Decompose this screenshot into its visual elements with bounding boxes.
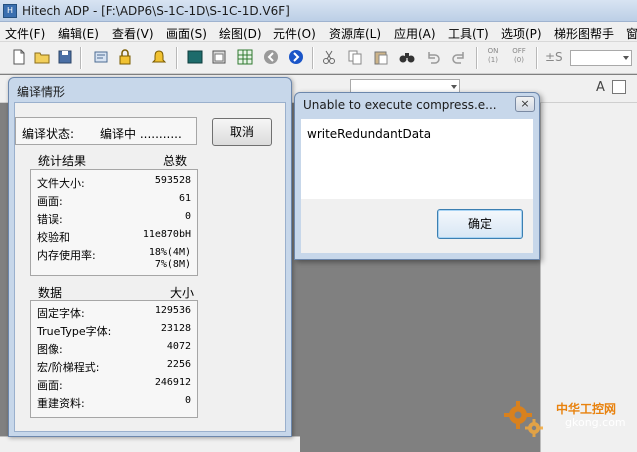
menu-file[interactable]: 文件(F) xyxy=(5,25,45,41)
data-key: 宏/阶梯程式: xyxy=(37,361,100,374)
previous-screen-icon[interactable] xyxy=(262,48,280,66)
compile-lock-icon[interactable] xyxy=(116,48,134,66)
data-size-header: 大小 xyxy=(170,286,195,300)
data-value: 0 xyxy=(184,395,191,406)
data-row: 重建资料: 0 xyxy=(37,395,191,413)
menu-options[interactable]: 选项(P) xyxy=(501,25,542,41)
properties-icon[interactable] xyxy=(92,48,110,66)
data-row: 宏/阶梯程式: 2256 xyxy=(37,359,191,377)
find-binoculars-icon[interactable] xyxy=(398,48,416,66)
error-dialog: Unable to execute compress.e... × writeR… xyxy=(294,92,540,260)
gear-logo-icon xyxy=(504,401,543,437)
new-file-icon[interactable] xyxy=(10,48,28,66)
plus-minus-s-button[interactable]: ±S xyxy=(545,50,563,64)
stat-value: 7%(8M) xyxy=(154,259,191,270)
toolbar-separator xyxy=(536,47,538,69)
stat-key: 文件大小: xyxy=(37,177,85,190)
data-key: 画面: xyxy=(37,379,63,392)
data-value: 2256 xyxy=(166,359,191,370)
format-icon[interactable] xyxy=(612,80,626,94)
next-screen-icon[interactable] xyxy=(287,48,305,66)
toolbar-separator xyxy=(312,47,314,69)
toolbar-separator xyxy=(176,47,178,69)
stat-value: 61 xyxy=(178,193,191,204)
stat-key: 校验和 xyxy=(37,231,70,244)
cancel-button[interactable]: 取消 xyxy=(212,118,272,146)
main-title-bar: H Hitech ADP - [F:\ADP6\S-1C-1D\S-1C-1D.… xyxy=(0,0,637,22)
copy-icon[interactable] xyxy=(346,48,364,66)
open-folder-icon[interactable] xyxy=(33,48,51,66)
menu-draw[interactable]: 绘图(D) xyxy=(219,25,262,41)
toolbar-separator xyxy=(476,47,478,69)
set-off-button[interactable]: OFF (0) xyxy=(508,47,530,65)
error-dialog-title: Unable to execute compress.e... xyxy=(303,98,497,112)
data-key: TrueType字体: xyxy=(37,325,112,338)
data-header: 数据 xyxy=(38,286,63,300)
stats-header: 统计结果 xyxy=(38,154,87,168)
menu-tools[interactable]: 工具(T) xyxy=(448,25,489,41)
data-key: 固定字体: xyxy=(37,307,85,320)
toolbar: ON (1) OFF (0) ±S xyxy=(0,42,637,74)
menu-ladder-helper[interactable]: 梯形图帮手 xyxy=(554,25,614,41)
menu-application[interactable]: 应用(A) xyxy=(394,25,436,41)
set-on-button[interactable]: ON (1) xyxy=(482,47,504,65)
data-value: 4072 xyxy=(166,341,191,352)
data-row: 图像: 4072 xyxy=(37,341,191,359)
compile-status-value: 编译中 ........... xyxy=(100,127,182,141)
grid-icon[interactable] xyxy=(236,48,254,66)
stat-key: 错误: xyxy=(37,213,63,226)
stat-key: 画面: xyxy=(37,195,63,208)
stats-row: 错误: 0 xyxy=(37,211,191,229)
data-value: 129536 xyxy=(154,305,191,316)
data-key: 重建资料: xyxy=(37,397,85,410)
watermark-url: gkong.com xyxy=(565,416,626,429)
data-row: 画面: 246912 xyxy=(37,377,191,395)
menu-view[interactable]: 查看(V) xyxy=(112,25,154,41)
menu-window[interactable]: 窗 xyxy=(626,25,637,41)
save-icon[interactable] xyxy=(56,48,74,66)
font-size-up-icon[interactable]: A xyxy=(596,80,605,95)
stats-row: 校验和 11e870bH xyxy=(37,229,191,247)
app-icon: H xyxy=(3,4,17,18)
data-value: 23128 xyxy=(160,323,191,334)
data-value: 246912 xyxy=(154,377,191,388)
menu-library[interactable]: 资源库(L) xyxy=(329,25,381,41)
menu-object[interactable]: 元件(O) xyxy=(273,25,316,41)
compile-dialog-title: 编译情形 xyxy=(17,85,66,99)
toolbar-combo[interactable] xyxy=(570,50,632,66)
data-row: 固定字体: 129536 xyxy=(37,305,191,323)
stat-value: 0 xyxy=(184,211,191,222)
window-title: Hitech ADP - [F:\ADP6\S-1C-1D\S-1C-1D.V6… xyxy=(22,4,290,18)
bottom-status-strip xyxy=(0,436,300,452)
stats-total-header: 总数 xyxy=(163,154,188,168)
menu-edit[interactable]: 编辑(E) xyxy=(58,25,99,41)
screen-icon[interactable] xyxy=(186,48,204,66)
stats-row: 文件大小: 593528 xyxy=(37,175,191,193)
compile-status-label: 编译状态: xyxy=(22,127,75,141)
stats-row: 7%(8M) xyxy=(37,259,191,277)
close-icon[interactable]: × xyxy=(515,96,535,112)
error-message: writeRedundantData xyxy=(307,127,432,141)
data-row: TrueType字体: 23128 xyxy=(37,323,191,341)
data-key: 图像: xyxy=(37,343,63,356)
ok-button[interactable]: 确定 xyxy=(437,209,523,239)
paste-icon[interactable] xyxy=(372,48,390,66)
cut-icon[interactable] xyxy=(320,48,338,66)
menu-bar: 文件(F) 编辑(E) 查看(V) 画面(S) 绘图(D) 元件(O) 资源库(… xyxy=(0,22,637,42)
undo-icon[interactable] xyxy=(424,48,442,66)
toolbar-separator xyxy=(80,47,82,69)
watermark-site-name: 中华工控网 xyxy=(556,402,617,416)
stats-row: 画面: 61 xyxy=(37,193,191,211)
redo-icon[interactable] xyxy=(450,48,468,66)
window-icon[interactable] xyxy=(210,48,228,66)
stat-value: 593528 xyxy=(154,175,191,186)
menu-screen[interactable]: 画面(S) xyxy=(166,25,207,41)
stat-value: 11e870bH xyxy=(142,229,191,240)
bell-icon[interactable] xyxy=(150,48,168,66)
stat-value: 18%(4M) xyxy=(148,247,191,258)
